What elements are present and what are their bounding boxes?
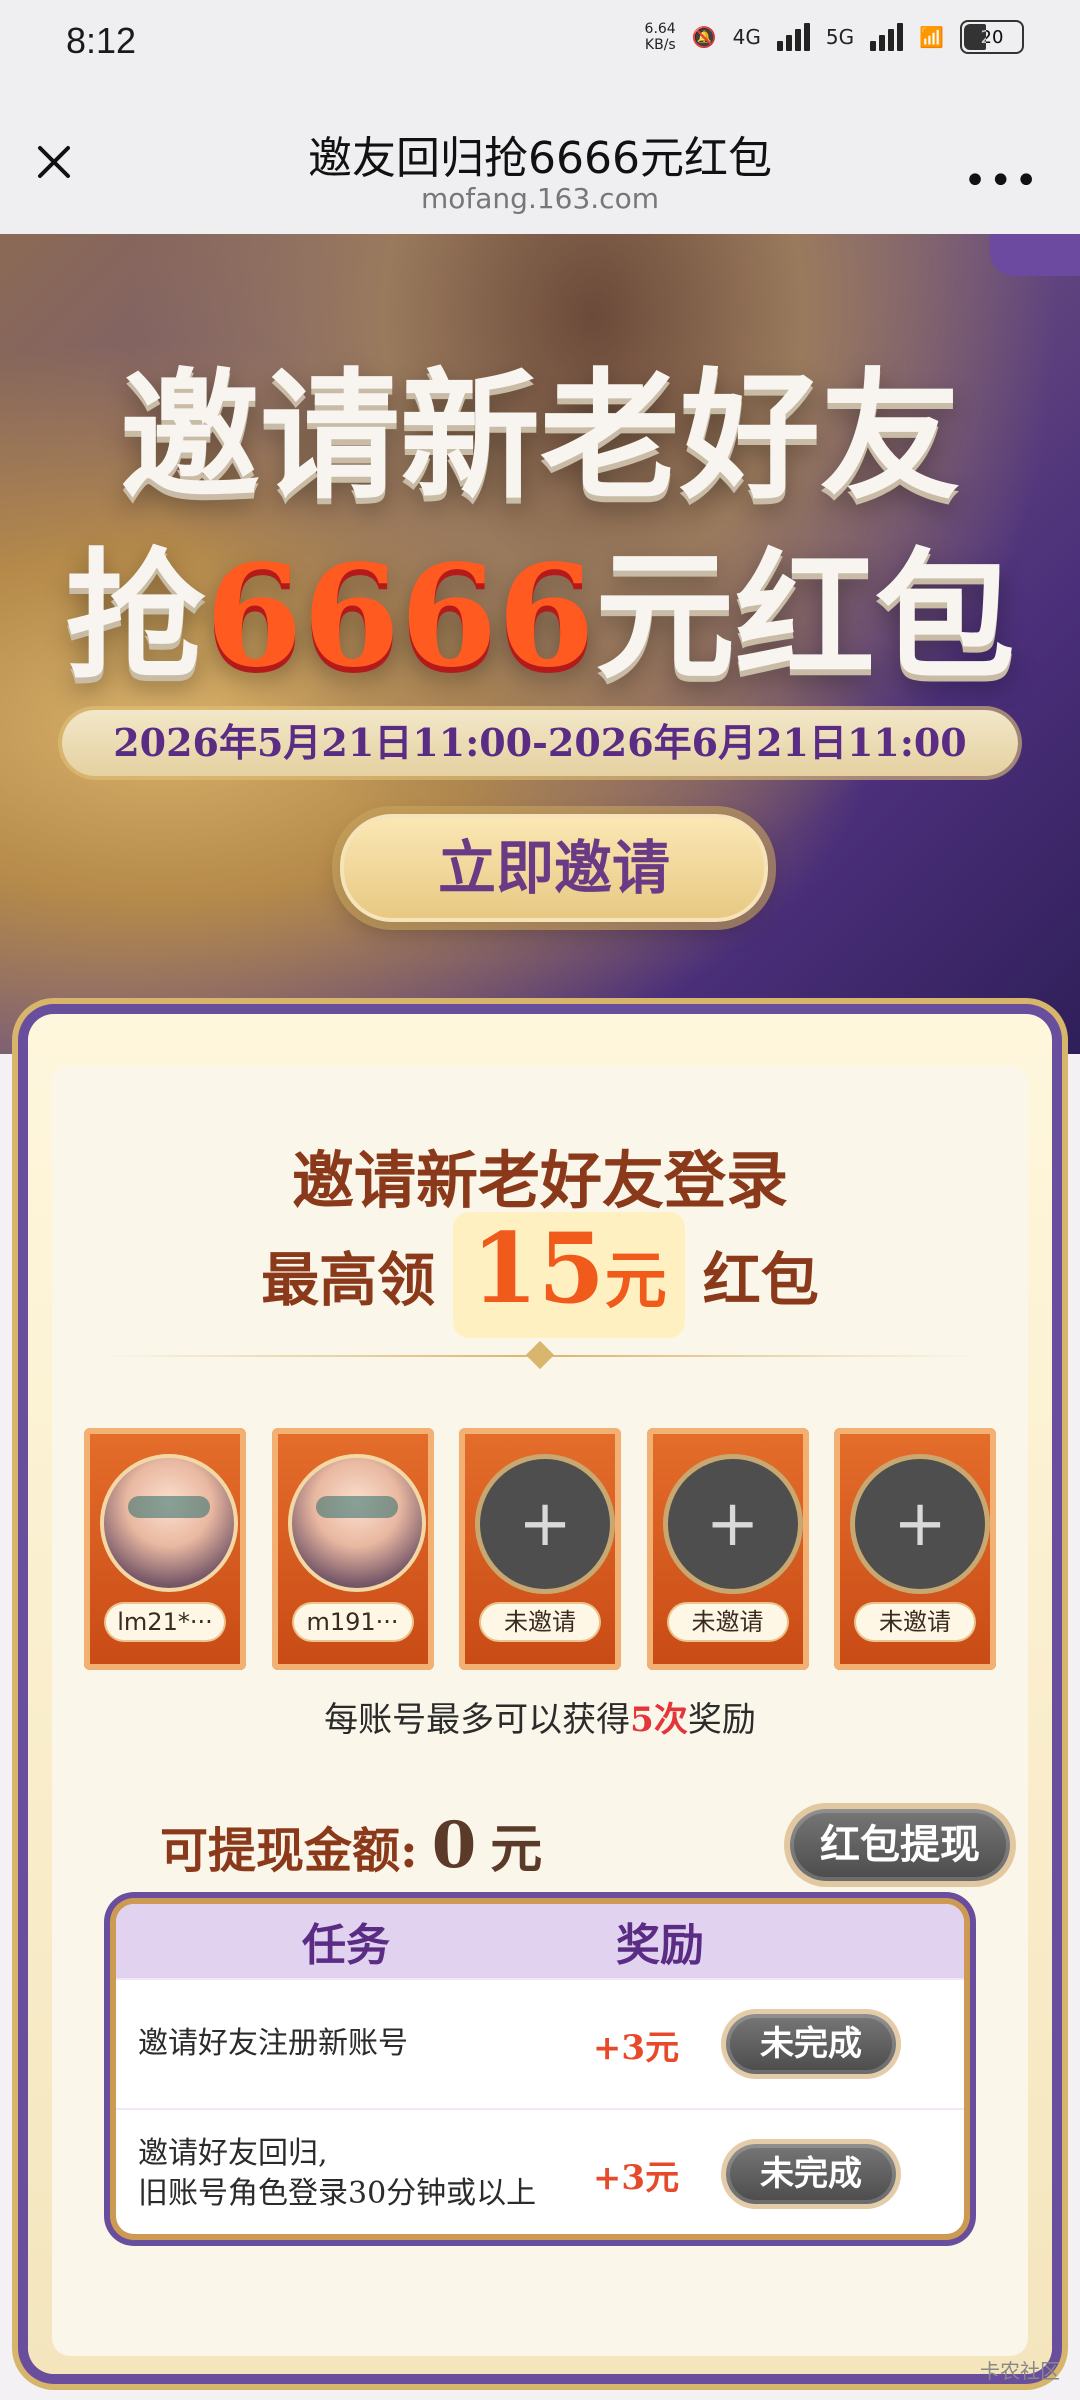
watermark-text: 卡农社区 bbox=[980, 2359, 1060, 2383]
mute-icon: 🔕 bbox=[691, 25, 717, 49]
wifi-icon: 📶 bbox=[919, 25, 944, 49]
more-options-icon[interactable]: ••• bbox=[963, 158, 1040, 204]
invite-slot-tag: 未邀请 bbox=[856, 1604, 974, 1640]
network-speed-unit: KB/s bbox=[644, 37, 676, 53]
signal-4g-icon bbox=[776, 23, 810, 51]
invite-slot-filled-2[interactable]: m191··· bbox=[271, 1428, 434, 1670]
withdraw-label: 可提现金额: bbox=[160, 1823, 418, 1879]
page-domain: mofang.163.com bbox=[421, 182, 659, 215]
battery-icon: 20 bbox=[960, 20, 1024, 54]
panel-divider bbox=[100, 1340, 980, 1370]
task-table: 任务 奖励 邀请好友注册新账号 +3元 未完成 邀请好友回归, 旧账号角色登录3… bbox=[116, 1904, 964, 2234]
invite-now-button[interactable]: 立即邀请 bbox=[340, 814, 768, 922]
task-status-button[interactable]: 未完成 bbox=[726, 2144, 896, 2204]
task-text: 邀请好友注册新账号 bbox=[116, 2024, 576, 2064]
panel-subtitle-amount-badge: 15元 bbox=[453, 1212, 685, 1338]
status-bar: 8:12 6.64 KB/s 🔕 4G 5G 📶 20 bbox=[0, 0, 1080, 88]
hero-title-line1: 邀请新老好友 bbox=[119, 355, 960, 519]
browser-topbar: 邀友回归抢6666元红包 mofang.163.com ••• bbox=[0, 88, 1080, 234]
plus-icon: + bbox=[662, 1454, 803, 1594]
task-row: 邀请好友注册新账号 +3元 未完成 bbox=[116, 1978, 964, 2108]
hero-banner: 邀请新老好友 抢6666元红包 2026年5月21日11:00-2026年6月2… bbox=[0, 234, 1080, 1054]
task-header: 任务 bbox=[302, 1920, 390, 1971]
task-text-line2: 旧账号角色登录30分钟或以上 bbox=[138, 2176, 537, 2211]
battery-level: 20 bbox=[980, 26, 1004, 48]
signal-4g-label: 4G bbox=[732, 25, 761, 49]
hero-title-line2: 抢6666元红包 bbox=[0, 504, 1080, 706]
withdraw-amount-group: 可提现金额: 0 元 bbox=[160, 1807, 542, 1883]
reward-limit-suffix: 奖励 bbox=[687, 1700, 756, 1740]
task-text: 邀请好友回归, 旧账号角色登录30分钟或以上 bbox=[116, 2134, 576, 2214]
invite-slot-empty-5[interactable]: + 未邀请 bbox=[834, 1428, 996, 1670]
network-speed: 6.64 KB/s bbox=[645, 21, 676, 53]
status-time: 8:12 bbox=[66, 20, 137, 61]
reward-limit-highlight: 5次 bbox=[630, 1700, 688, 1740]
reward-limit-note: 每账号最多可以获得5次奖励 bbox=[0, 1692, 1080, 1741]
invite-slot-empty-3[interactable]: + 未邀请 bbox=[459, 1428, 621, 1670]
plus-icon: + bbox=[850, 1454, 990, 1594]
hero-line2-amount: 6666 bbox=[205, 535, 595, 699]
invite-slot-tag: lm21*··· bbox=[106, 1604, 224, 1640]
task-text-line1: 邀请好友注册新账号 bbox=[138, 2026, 408, 2061]
avatar bbox=[287, 1454, 426, 1592]
withdraw-row: 可提现金额: 0 元 红包提现 bbox=[160, 1800, 1010, 1890]
task-text-line1: 邀请好友回归, bbox=[138, 2136, 328, 2171]
panel-subtitle-amount: 15 bbox=[471, 1212, 605, 1325]
panel-title: 邀请新老好友登录 bbox=[291, 1144, 788, 1217]
task-reward: +3元 bbox=[592, 2157, 680, 2198]
panel-subtitle: 最高领 15元 红包 bbox=[0, 1212, 1080, 1338]
panel-subtitle-prefix: 最高领 bbox=[261, 1246, 436, 1314]
hero-line2-prefix: 抢 bbox=[65, 535, 206, 699]
task-row: 邀请好友回归, 旧账号角色登录30分钟或以上 +3元 未完成 bbox=[116, 2108, 964, 2238]
hero-line2-suffix: 元红包 bbox=[594, 535, 1015, 699]
signal-5g-label: 5G bbox=[825, 25, 855, 49]
invite-slots: lm21*··· m191··· + 未邀请 + 未邀请 + 未邀请 bbox=[84, 1428, 996, 1670]
hero-corner-badge bbox=[990, 234, 1080, 276]
plus-icon: + bbox=[475, 1454, 615, 1594]
task-reward: +3元 bbox=[592, 2027, 680, 2068]
reward-limit-prefix: 每账号最多可以获得 bbox=[324, 1700, 631, 1740]
task-status-button[interactable]: 未完成 bbox=[726, 2014, 896, 2074]
status-icons: 6.64 KB/s 🔕 4G 5G 📶 20 bbox=[645, 20, 1024, 54]
invite-slot-tag: 未邀请 bbox=[481, 1604, 599, 1640]
invite-slot-tag: 未邀请 bbox=[668, 1604, 787, 1640]
reward-header: 奖励 bbox=[616, 1920, 704, 1971]
signal-5g-icon bbox=[870, 23, 904, 51]
withdraw-unit: 元 bbox=[490, 1819, 543, 1880]
panel-subtitle-unit: 元 bbox=[604, 1244, 667, 1317]
invite-slot-tag: m191··· bbox=[293, 1604, 412, 1640]
panel-subtitle-suffix: 红包 bbox=[702, 1246, 819, 1314]
withdraw-button[interactable]: 红包提现 bbox=[790, 1809, 1010, 1881]
network-speed-value: 6.64 bbox=[644, 21, 676, 37]
withdraw-amount: 0 bbox=[431, 1808, 477, 1883]
event-date-range: 2026年5月21日11:00-2026年6月21日11:00 bbox=[62, 710, 1018, 776]
invite-slot-empty-4[interactable]: + 未邀请 bbox=[646, 1428, 809, 1670]
page-title: 邀友回归抢6666元红包 bbox=[308, 133, 772, 184]
invite-slot-filled-1[interactable]: lm21*··· bbox=[84, 1428, 246, 1670]
avatar bbox=[100, 1454, 238, 1592]
task-table-header: 任务 奖励 bbox=[116, 1904, 964, 1978]
